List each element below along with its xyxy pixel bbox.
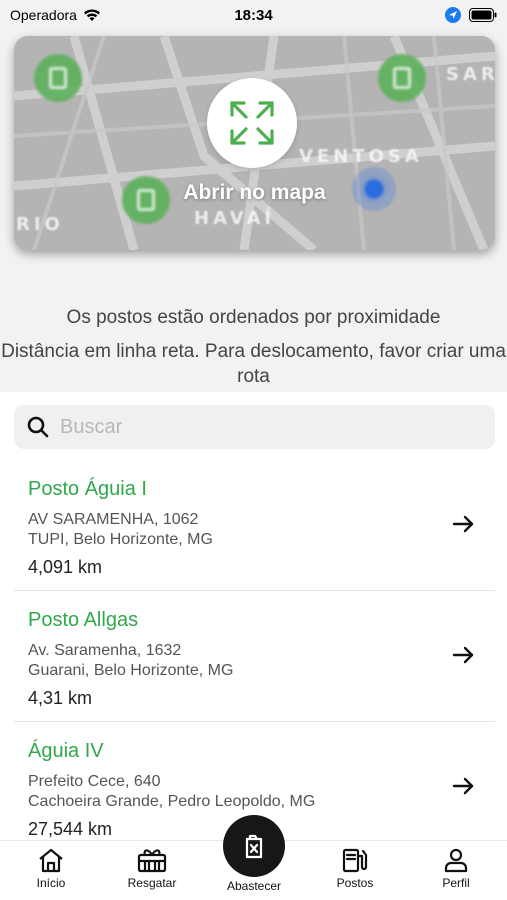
- station-item[interactable]: Posto Águia I AV SARAMENHA, 1062 TUPI, B…: [14, 460, 495, 591]
- map-street-label: HAVAÍ: [194, 208, 276, 229]
- battery-icon: [469, 8, 497, 22]
- fuel-pump-icon: [342, 848, 368, 873]
- nav-redeem-label: Resgatar: [127, 876, 177, 890]
- header-area: VENTOSA HAVAÍ RIO SAR Abrir no mapa Os p…: [0, 30, 507, 392]
- arrow-right-icon[interactable]: [451, 643, 475, 667]
- status-right-group: [445, 7, 497, 23]
- sort-info-text: Os postos estão ordenados por proximidad…: [66, 307, 441, 328]
- map-street-label: RIO: [16, 214, 64, 235]
- carrier-label: Operadora: [10, 7, 77, 23]
- refuel-fab-button[interactable]: [223, 815, 285, 877]
- gift-icon: [137, 849, 167, 873]
- fuel-can-icon: [245, 834, 263, 859]
- map-preview[interactable]: VENTOSA HAVAÍ RIO SAR Abrir no mapa: [14, 36, 495, 250]
- nav-home[interactable]: Início: [11, 841, 91, 890]
- open-map-label: Abrir no mapa: [183, 181, 326, 204]
- station-name: Posto Águia I: [28, 478, 147, 500]
- station-address-line2: TUPI, Belo Horizonte, MG: [28, 531, 213, 548]
- expand-icon: [230, 101, 274, 145]
- station-distance: 4,091 km: [28, 557, 103, 577]
- status-carrier-group: Operadora: [10, 7, 101, 23]
- station-name: Posto Allgas: [28, 609, 139, 631]
- nav-stations-label: Postos: [336, 876, 374, 890]
- station-address-line2: Cachoeira Grande, Pedro Leopoldo, MG: [28, 793, 316, 810]
- search-input[interactable]: [60, 415, 440, 439]
- location-arrow-icon: [445, 7, 461, 23]
- station-address-line1: Av. Saramenha, 1632: [28, 642, 182, 659]
- user-icon: [444, 848, 468, 873]
- nav-profile[interactable]: Perfil: [416, 841, 496, 890]
- station-list: Posto Águia I AV SARAMENHA, 1062 TUPI, B…: [14, 460, 495, 853]
- station-address-line1: AV SARAMENHA, 1062: [28, 511, 199, 528]
- station-address-line1: Prefeito Cece, 640: [28, 773, 161, 790]
- map-station-pin: [378, 54, 426, 102]
- map-street-label: SAR: [446, 64, 495, 85]
- station-name: Águia IV: [28, 740, 104, 762]
- search-icon: [27, 416, 49, 438]
- status-bar: Operadora 18:34: [0, 0, 507, 30]
- nav-home-label: Início: [36, 876, 66, 890]
- nav-redeem[interactable]: Resgatar: [112, 841, 192, 890]
- search-bar[interactable]: [14, 405, 495, 449]
- arrow-right-icon[interactable]: [451, 512, 475, 536]
- map-station-pin: [34, 54, 82, 102]
- station-item[interactable]: Posto Allgas Av. Saramenha, 1632 Guarani…: [14, 591, 495, 722]
- map-street-label: VENTOSA: [299, 146, 423, 167]
- arrow-right-icon[interactable]: [451, 774, 475, 798]
- nav-profile-label: Perfil: [442, 876, 470, 890]
- nav-stations[interactable]: Postos: [315, 841, 395, 890]
- home-icon: [39, 848, 63, 873]
- station-address-line2: Guarani, Belo Horizonte, MG: [28, 662, 234, 679]
- nav-refuel-label: Abastecer: [226, 879, 282, 893]
- wifi-icon: [83, 9, 100, 21]
- distance-info-text: Distância em linha reta. Para deslocamen…: [1, 341, 506, 387]
- station-distance: 4,31 km: [28, 688, 93, 708]
- open-map-button[interactable]: [207, 78, 297, 168]
